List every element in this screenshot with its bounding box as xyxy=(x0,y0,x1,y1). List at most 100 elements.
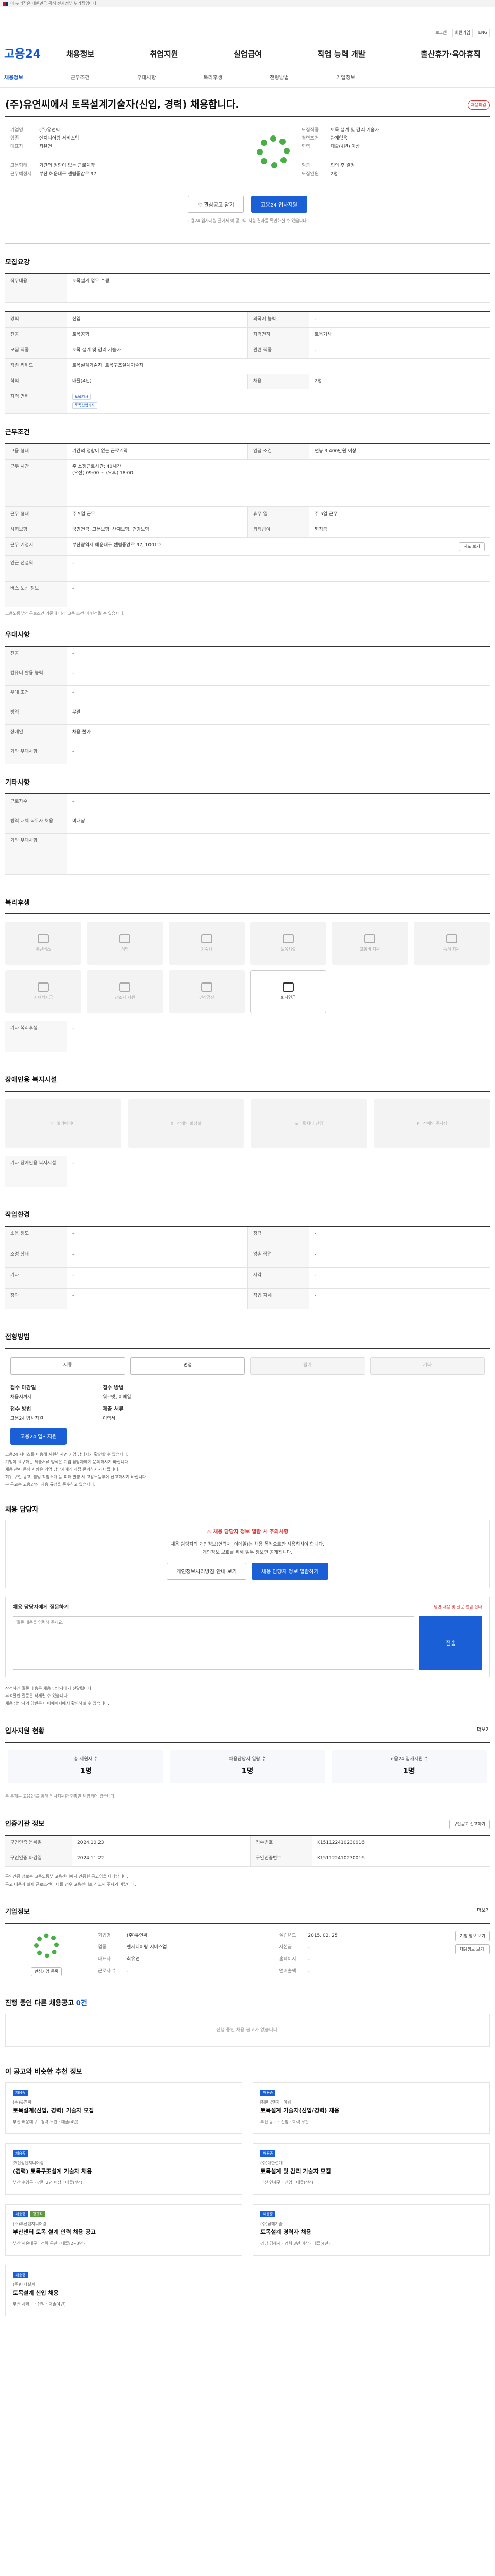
label: 설립년도 xyxy=(279,1933,296,1939)
section-preference-title: 우대사항 xyxy=(5,631,30,639)
recommend-card[interactable]: 채용중 (주)바다설계 토목설계 신입 채용 부산 사하구 · 신입 · 대졸(4년) xyxy=(5,2264,242,2316)
row-value: - xyxy=(315,1251,317,1257)
row-value: - xyxy=(72,799,74,805)
company-info-button[interactable]: 기업 정보 보기 xyxy=(455,1931,490,1941)
site-logo[interactable]: 고용24 xyxy=(4,46,66,63)
car-icon xyxy=(364,934,376,944)
career: 관계없음 xyxy=(331,135,348,141)
follow-company-button[interactable]: 관심기업 등록 xyxy=(30,1967,62,1976)
value: 최유연 xyxy=(127,1957,140,1962)
recommend-card[interactable]: 채용중 (주)대한설계 토목설계 및 감리 기술자 모집 부산 연제구 · 신입 · … xyxy=(253,2143,490,2195)
welfare-card: 경조사 지원 xyxy=(87,970,163,1014)
row-label: 자격면허 xyxy=(248,328,309,343)
license-chips: 토목기사 토목산업기사 xyxy=(67,389,490,413)
recommend-card[interactable]: 채용중 ㈜신성엔지니어링 (경력) 토목구조설계 기술자 채용 부산 수영구 · 경력… xyxy=(5,2143,242,2195)
menu-training[interactable]: 직업 능력 개발 xyxy=(317,49,365,60)
section-etc-title: 기타사항 xyxy=(5,779,30,787)
signup-link[interactable]: 회원가입 xyxy=(452,29,473,37)
save-job-button[interactable]: ♡ 관심공고 담기 xyxy=(188,195,244,213)
tab-conditions[interactable]: 근무조건 xyxy=(71,75,90,82)
job-title-row: (주)유연씨에서 토목설계기술자(신입, 경력) 채용합니다. 채용마감 xyxy=(5,98,490,112)
corp-more-link[interactable]: 더보기 xyxy=(477,1908,490,1918)
row-label: 모집 직종 xyxy=(5,343,67,359)
row-label: 버스 노선 정보 xyxy=(5,581,67,607)
menu-jobs[interactable]: 채용정보 xyxy=(66,49,94,60)
label: 고용형태 xyxy=(10,163,28,168)
recommend-company: ㈜한국엔지니어링 xyxy=(260,2100,291,2105)
facility-card: ♿ 휠체어 진입 xyxy=(251,1098,367,1148)
contact-warning-text: 채용 담당자 정보 열람 시 주의사항 xyxy=(213,1529,289,1535)
contact-warning-line: 채용 담당자의 개인정보(연락처, 이메일)는 채용 목적으로만 사용하셔야 합… xyxy=(171,1541,324,1547)
menu-benefits[interactable]: 실업급여 xyxy=(234,49,262,60)
recommend-card[interactable]: 채용중 ㈜한국엔지니어링 토목설계 기술자(신입/경력) 채용 부산 동구 · 신입 … xyxy=(253,2082,490,2134)
recommend-card[interactable]: 채용중 정규직 (주)부산엔지니어링 부산센터 토목 설계 인력 채용 공고 부산 해운… xyxy=(5,2204,242,2256)
meta-education: 대졸(4년) xyxy=(65,2180,83,2185)
apply-button[interactable]: 고용24 입사지원 xyxy=(251,195,307,213)
company-jobs-button[interactable]: 채용정보 보기 xyxy=(455,1944,490,1955)
row-value: - xyxy=(72,651,74,657)
menu-support[interactable]: 취업지원 xyxy=(150,49,178,60)
etc-table: 근로자수 - 병역 대체 복무자 채용 비대상 기타 우대사항 xyxy=(5,793,490,875)
row-value: - xyxy=(72,1293,74,1298)
meta-career: 신입 xyxy=(280,2119,289,2124)
send-question-button[interactable]: 전송 xyxy=(419,1616,482,1670)
value: - xyxy=(308,1945,310,1951)
ask-title: 채용 담당자에게 질문하기 xyxy=(13,1605,69,1611)
row-label: 장애인 xyxy=(5,725,67,744)
recommend-meta: 부산 해운대구 · 경력 무관 · 대졸(4년) xyxy=(13,2119,79,2124)
menu-leave[interactable]: 출산휴가·육아휴직 xyxy=(421,49,481,60)
other-empty-box: 진행 중인 채용 공고가 없습니다. xyxy=(5,2014,490,2047)
process-steps: 서류 면접 필기 기타 xyxy=(5,1347,490,1377)
tab-process[interactable]: 전형방법 xyxy=(270,75,289,82)
recommend-title: 토목설계(신입, 경력) 기술자 모집 xyxy=(13,2107,94,2114)
recommend-title: (경력) 토목구조설계 기술자 채용 xyxy=(13,2168,92,2175)
facility-card: ▯ 장애인 화장실 xyxy=(128,1098,244,1148)
recommend-card[interactable]: 채용중 (주)유연씨 토목설계(신입, 경력) 기술자 모집 부산 해운대구 · 경력… xyxy=(5,2082,242,2134)
tab-preference[interactable]: 우대사항 xyxy=(137,75,156,82)
flag-icon xyxy=(3,2,8,6)
welfare-label: 중식 지원 xyxy=(443,947,460,952)
meta-location: 경남 김해시 xyxy=(260,2241,281,2246)
facility-card: ▯ 엘리베이터 xyxy=(5,1098,121,1148)
save-job-label: 관심공고 담기 xyxy=(204,202,234,208)
recommend-meta: 부산 수영구 · 경력 2년 이상 · 대졸(4년) xyxy=(13,2180,83,2185)
stat-card: 채용담당자 열람 수 1명 xyxy=(170,1750,325,1783)
section-process-title: 전형방법 xyxy=(5,1333,30,1341)
pension-icon xyxy=(283,982,294,992)
privacy-policy-button[interactable]: 개인정보처리방침 안내 보기 xyxy=(167,1563,246,1580)
question-input[interactable] xyxy=(13,1616,414,1670)
row-value: - xyxy=(72,690,74,696)
recommend-tag: 채용중 xyxy=(13,2150,28,2157)
tab-recruit[interactable]: 채용정보 xyxy=(4,75,23,82)
meta-education: 대졸(4년) xyxy=(48,2301,66,2307)
view-contact-button[interactable]: 채용 담당자 정보 열람하기 xyxy=(252,1563,328,1580)
recommend-card[interactable]: 채용중 (주)남해기술 토목설계 경력자 채용 경남 김해시 · 경력 3년 이상 ·… xyxy=(253,2204,490,2256)
stats-more-link[interactable]: 더보기 xyxy=(477,1727,490,1737)
section-tabs: 채용정보 근무조건 우대사항 복리후생 전형방법 기업정보 xyxy=(0,70,495,88)
row-value: - xyxy=(72,749,74,755)
ask-notes: 작성하신 질문 내용은 채용 담당자에게 전달됩니다. 부적절한 질문은 삭제될… xyxy=(5,1686,490,1707)
conditions-note: 고용노동부의 근로조건 기준에 따라 고용 조건 이 변경될 수 있습니다. xyxy=(5,611,125,616)
company-logo-icon xyxy=(34,1933,59,1958)
label: 기업명 xyxy=(98,1933,111,1939)
gov-banner-text: 이 누리집은 대한민국 공식 전자정부 누리집입니다. xyxy=(10,1,98,6)
welfare-grid: 통근버스 식당 기숙사 보육시설 교통비 지원 중식 지원 자녀학자금 경조사 … xyxy=(5,913,490,1014)
report-button[interactable]: 구인공고 신고하기 xyxy=(449,1820,490,1829)
recommend-meta: 부산 사하구 · 신입 · 대졸(4년) xyxy=(13,2301,66,2307)
login-link[interactable]: 로그인 xyxy=(433,29,450,37)
tab-welfare[interactable]: 복리후생 xyxy=(203,75,222,82)
info-table: 구인인증 등록일 2024.10.23 접수번호 K151122410230016 구… xyxy=(5,1834,490,1867)
process-apply-button[interactable]: 고용24 입사지원 xyxy=(10,1427,67,1445)
row-value: 연봉 3,400만원 이상 xyxy=(315,449,357,454)
meta-location: 부산 동구 xyxy=(260,2119,277,2124)
toilet-icon: ▯ xyxy=(171,1121,173,1126)
tab-company[interactable]: 기업정보 xyxy=(336,75,355,82)
welfare-card: 식당 xyxy=(87,922,163,965)
map-button[interactable]: 지도 보기 xyxy=(459,542,485,551)
row-label: 외국어 능력 xyxy=(248,312,309,328)
row-value: - xyxy=(315,1272,317,1278)
row-value: - xyxy=(315,1231,317,1236)
row-label: 작업 자세 xyxy=(248,1288,309,1309)
note-item: 기업이 요구하는 제출서류 양식은 기업 담당자에게 문의하시기 바랍니다. xyxy=(5,1460,130,1465)
language-link[interactable]: ENG xyxy=(475,29,490,37)
